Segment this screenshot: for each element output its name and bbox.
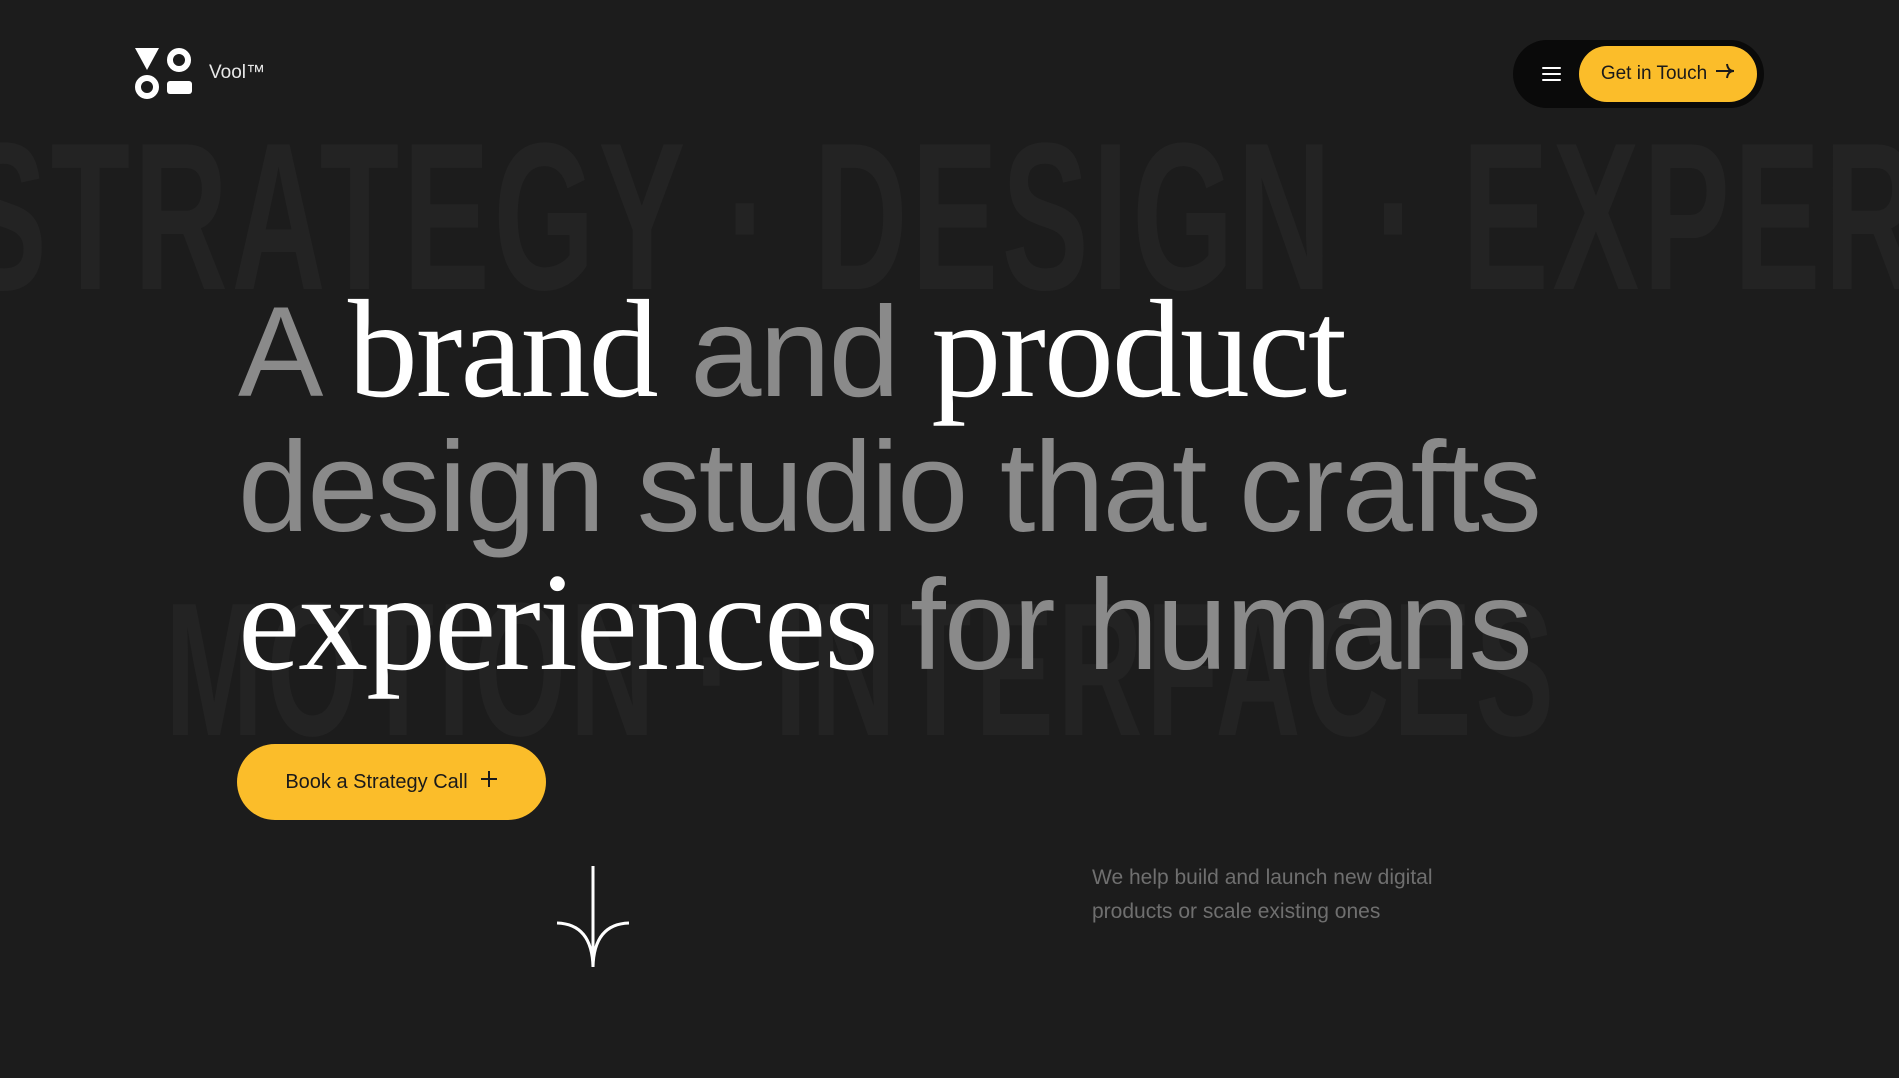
hero-subtext: We help build and launch new digital pro…: [1092, 866, 1433, 923]
get-in-touch-button[interactable]: Get in Touch: [1579, 46, 1757, 102]
headline-word-and: and: [690, 281, 900, 424]
header-nav-pill: Get in Touch: [1513, 40, 1764, 108]
vool-logo-icon[interactable]: [135, 48, 193, 100]
headline-word-brand: brand: [347, 272, 659, 427]
hero-headline: A brand and product design studio that c…: [238, 280, 1638, 694]
arrow-right-icon: [1715, 63, 1735, 85]
headline-word-experiences: experiences: [238, 545, 879, 700]
headline-words-for-humans: for humans: [910, 554, 1532, 697]
headline-line-3: experiences for humans: [238, 553, 1638, 694]
headline-line-1: A brand and product: [238, 280, 1638, 421]
headline-word-product: product: [931, 272, 1347, 427]
hamburger-menu-icon[interactable]: [1531, 54, 1571, 94]
book-strategy-call-label: Book a Strategy Call: [285, 770, 468, 793]
headline-line-2: design studio that crafts: [238, 416, 1542, 559]
get-in-touch-label: Get in Touch: [1600, 63, 1708, 84]
brand-name: Vool™: [209, 62, 265, 83]
headline-word-a: A: [238, 281, 316, 424]
book-strategy-call-button[interactable]: Book a Strategy Call: [237, 744, 546, 820]
scroll-down-arrow-icon[interactable]: [556, 866, 630, 970]
plus-icon: [480, 770, 498, 794]
